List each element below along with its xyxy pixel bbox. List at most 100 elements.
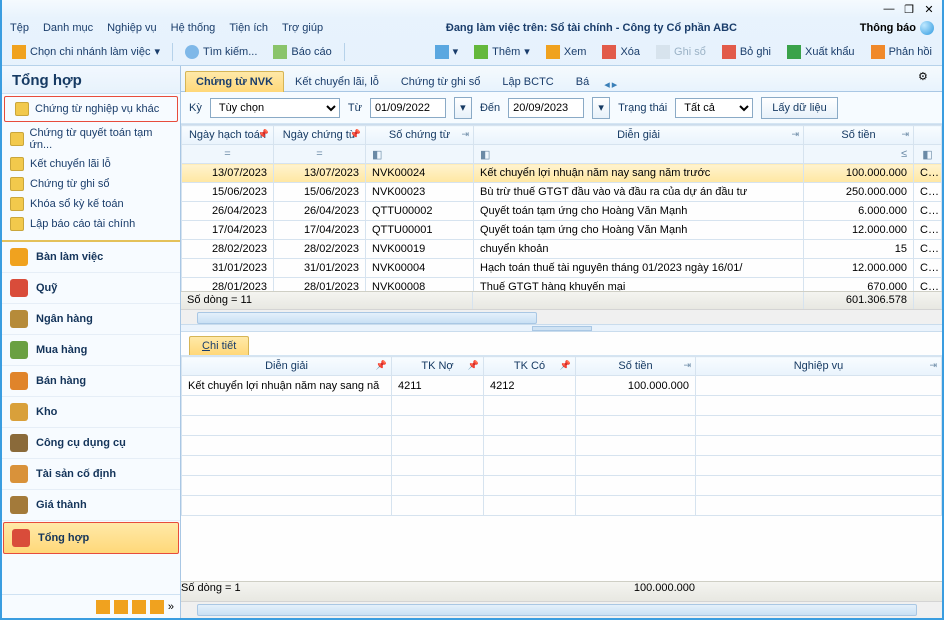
tab-bctc[interactable]: Lập BCTC: [491, 71, 564, 92]
col-branch[interactable]: [914, 126, 942, 145]
sidebar-cat-general[interactable]: Tổng hợp: [3, 522, 179, 554]
post-button[interactable]: Ghi sổ: [652, 43, 710, 61]
tab-voucher[interactable]: Chứng từ NVK: [185, 71, 284, 92]
sidebar-cat-stock[interactable]: Kho: [2, 397, 180, 428]
detail-h-scrollbar[interactable]: [181, 601, 942, 618]
sidebar-sub-2[interactable]: Kết chuyển lãi lỗ: [2, 154, 180, 174]
report[interactable]: Báo cáo: [269, 43, 335, 61]
sidebar-sub-0[interactable]: Chứng từ nghiệp vụ khác: [7, 99, 175, 119]
main-grid: Ngày hạch toán📌 Ngày chứng từ📌 Số chứng …: [181, 124, 942, 324]
period-label: Kỳ: [189, 102, 202, 114]
table-row[interactable]: 28/01/202328/01/2023NVK00008Thuế GTGT hà…: [182, 278, 942, 292]
status-label: Trạng thái: [618, 102, 667, 114]
grid-footer: Số dòng = 11 601.306.578: [181, 291, 942, 309]
table-row[interactable]: 17/04/202317/04/2023QTTU00001Quyết toán …: [182, 221, 942, 240]
foot-icon[interactable]: [114, 600, 128, 614]
foot-icon[interactable]: [96, 600, 110, 614]
foot-more[interactable]: »: [168, 601, 174, 613]
feedback-button[interactable]: Phản hồi: [867, 43, 936, 61]
tab-prev-icon[interactable]: ◂: [604, 78, 610, 91]
foot-icon[interactable]: [150, 600, 164, 614]
close-button[interactable]: ✕: [922, 3, 936, 16]
from-date-picker[interactable]: ▾: [454, 97, 472, 119]
table-row[interactable]: 31/01/202331/01/2023NVK00004Hạch toán th…: [182, 259, 942, 278]
sidebar-cat-assets[interactable]: Tài sản cố định: [2, 459, 180, 490]
view-button[interactable]: Xem: [542, 43, 591, 61]
globe-icon: [920, 21, 934, 35]
search[interactable]: Tìm kiếm...: [181, 43, 261, 61]
menu-system[interactable]: Hệ thống: [171, 22, 216, 34]
detail-sum: 100.000.000: [575, 582, 695, 601]
sidebar-cat-tools[interactable]: Công cụ dụng cụ: [2, 428, 180, 459]
sidebar-cat-fund[interactable]: Quỹ: [2, 273, 180, 304]
menu-util[interactable]: Tiện ích: [229, 22, 268, 34]
menu-catalog[interactable]: Danh mục: [43, 22, 93, 34]
table-row[interactable]: 13/07/202313/07/2023NVK00024Kết chuyển l…: [182, 164, 942, 183]
menu-help[interactable]: Trợ giúp: [282, 22, 323, 34]
max-button[interactable]: ❐: [902, 3, 916, 16]
filter-op[interactable]: ◧: [366, 145, 474, 164]
gear-icon[interactable]: ⚙: [918, 70, 934, 86]
tab-closing[interactable]: Kết chuyển lãi, lỗ: [284, 71, 390, 92]
status-select[interactable]: Tất cả: [675, 98, 753, 118]
branch-picker[interactable]: Chọn chi nhánh làm việc ▾: [8, 43, 164, 61]
sidebar-cat-cost[interactable]: Giá thành: [2, 490, 180, 521]
filter-op[interactable]: ◧: [914, 145, 942, 164]
menu-file[interactable]: Tệp: [10, 22, 29, 34]
export-button[interactable]: Xuất khẩu: [783, 43, 859, 61]
foot-icon[interactable]: [132, 600, 146, 614]
detail-tab[interactable]: Chi tiết: [189, 336, 249, 355]
h-scrollbar[interactable]: [181, 309, 942, 324]
col-post-date[interactable]: Ngày hạch toán📌: [182, 126, 274, 145]
dcol-credit[interactable]: TK Có📌: [484, 357, 576, 376]
dcol-amount[interactable]: Số tiền⇥: [576, 357, 696, 376]
col-amount[interactable]: Số tiền⇥: [804, 126, 914, 145]
unpost-button[interactable]: Bỏ ghi: [718, 43, 775, 61]
sidebar-cat-purchase[interactable]: Mua hàng: [2, 335, 180, 366]
dcol-debit[interactable]: TK Nợ📌: [392, 357, 484, 376]
filter-op[interactable]: =: [182, 145, 274, 164]
filter-op[interactable]: ◧: [474, 145, 804, 164]
tab-strip: Chứng từ NVK Kết chuyển lãi, lỗ Chứng từ…: [181, 66, 942, 92]
menu-ops[interactable]: Nghiệp vụ: [107, 22, 157, 34]
to-date[interactable]: [508, 98, 584, 118]
period-select[interactable]: Tùy chọn: [210, 98, 340, 118]
add-button[interactable]: Thêm ▾: [470, 43, 534, 61]
dcol-ops[interactable]: Nghiệp vụ⇥: [696, 357, 942, 376]
toolbar: Chọn chi nhánh làm việc ▾ Tìm kiếm... Bá…: [2, 38, 942, 66]
col-desc[interactable]: Diễn giải⇥: [474, 126, 804, 145]
tab-more[interactable]: Bá: [565, 71, 600, 92]
refresh-icon[interactable]: ▾: [431, 43, 463, 61]
fetch-button[interactable]: Lấy dữ liệu: [761, 97, 837, 119]
table-row[interactable]: 15/06/202315/06/2023NVK00023Bù trừ thuế …: [182, 183, 942, 202]
dcol-desc[interactable]: Diễn giải📌: [182, 357, 392, 376]
sidebar-sub-1[interactable]: Chứng từ quyết toán tạm ứn...: [2, 124, 180, 154]
sidebar-title: Tổng hợp: [2, 66, 180, 94]
delete-button[interactable]: Xóa: [598, 43, 644, 61]
sidebar-sub-4[interactable]: Khóa sổ kỳ kế toán: [2, 194, 180, 214]
tab-next-icon[interactable]: ▸: [612, 78, 618, 91]
from-label: Từ: [348, 102, 362, 114]
to-date-picker[interactable]: ▾: [592, 97, 610, 119]
col-voucher-date[interactable]: Ngày chứng từ📌: [274, 126, 366, 145]
filter-op[interactable]: =: [274, 145, 366, 164]
tab-ledger[interactable]: Chứng từ ghi sổ: [390, 71, 492, 92]
main-area: Chứng từ NVK Kết chuyển lãi, lỗ Chứng từ…: [181, 66, 942, 618]
menubar: Tệp Danh mục Nghiệp vụ Hệ thống Tiện ích…: [2, 18, 942, 38]
min-button[interactable]: —: [882, 3, 896, 15]
from-date[interactable]: [370, 98, 446, 118]
table-row[interactable]: 26/04/202326/04/2023QTTU00002Quyết toán …: [182, 202, 942, 221]
detail-row[interactable]: Kết chuyển lợi nhuận năm nay sang nă 421…: [182, 376, 942, 396]
sidebar-cat-bank[interactable]: Ngân hàng: [2, 304, 180, 335]
sidebar-cat-sales[interactable]: Bán hàng: [2, 366, 180, 397]
notify[interactable]: Thông báo: [860, 21, 934, 35]
sidebar-cat-desktop[interactable]: Bàn làm việc: [2, 242, 180, 273]
col-voucher-no[interactable]: Số chứng từ⇥: [366, 126, 474, 145]
filter-op[interactable]: ≤: [804, 145, 914, 164]
sidebar-sub-3[interactable]: Chứng từ ghi sổ: [2, 174, 180, 194]
splitter[interactable]: [181, 324, 942, 332]
table-row[interactable]: 28/02/202328/02/2023NVK00019chuyển khoản…: [182, 240, 942, 259]
detail-count: Số dòng = 1: [181, 582, 575, 601]
titlebar: — ❐ ✕: [2, 0, 942, 18]
sidebar-sub-5[interactable]: Lập báo cáo tài chính: [2, 214, 180, 234]
